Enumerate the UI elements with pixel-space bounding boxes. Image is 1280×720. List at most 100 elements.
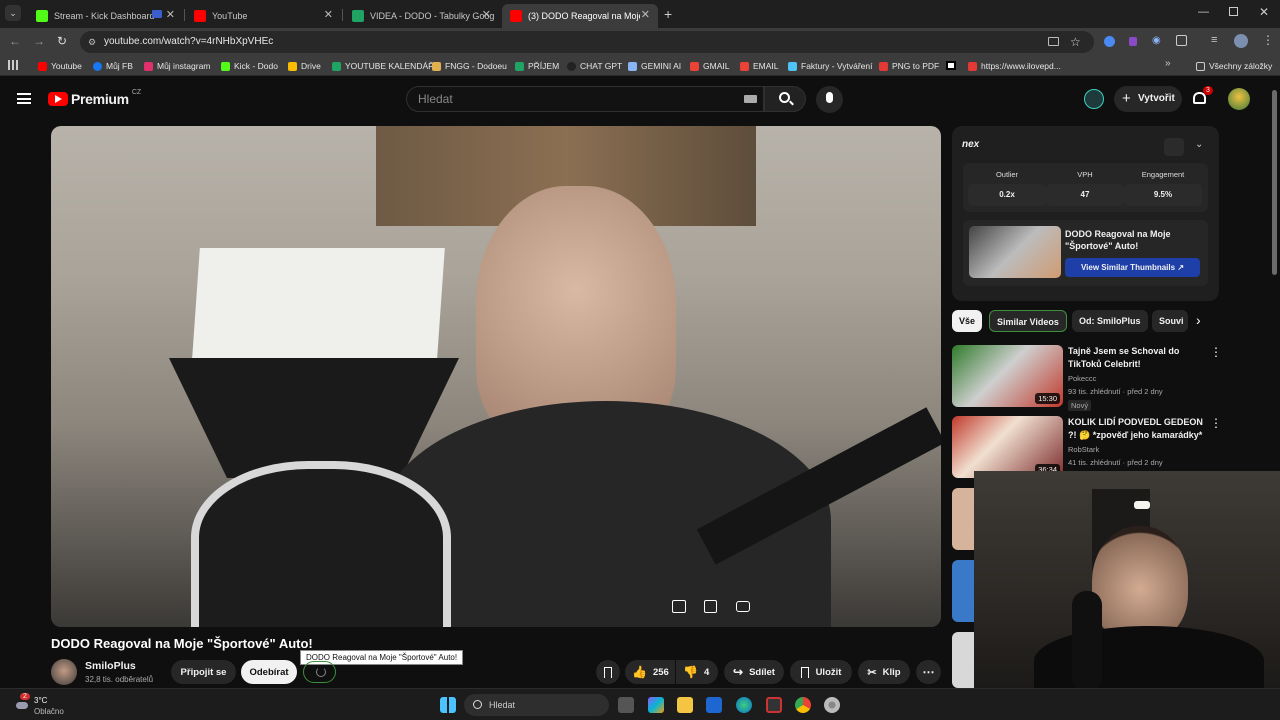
bookmark-dash-icon[interactable] <box>946 61 956 70</box>
install-icon[interactable] <box>1048 37 1059 46</box>
search-input[interactable]: Hledat <box>406 86 764 112</box>
view-similar-thumbnails-button[interactable]: View Similar Thumbnails ↗ <box>1065 258 1200 277</box>
chevron-right-icon[interactable]: › <box>1196 312 1201 328</box>
tab-sheets[interactable]: VIDEA - DODO - Tabulky Goog ✕ <box>344 4 499 28</box>
bookmark-button[interactable] <box>596 660 620 684</box>
channel-name[interactable]: SmiloPlus <box>85 660 136 672</box>
tab-kick-dashboard[interactable]: Stream - Kick Dashboard ✕ <box>28 4 183 28</box>
like-button[interactable]: 👍 256 <box>625 660 675 684</box>
windows-start-icon[interactable] <box>440 697 456 713</box>
bookmark-ilovepdf[interactable]: https://www.ilovepd... <box>968 59 1061 73</box>
bookmark-fb[interactable]: Můj FB <box>93 59 133 73</box>
more-options-icon[interactable]: ⋮ <box>1210 345 1222 359</box>
chrome-icon[interactable] <box>795 697 811 713</box>
chip-similar-videos[interactable]: Similar Videos <box>989 310 1067 332</box>
chip-from-channel[interactable]: Od: SmiloPlus <box>1072 310 1148 332</box>
video-thumbnail-partial[interactable] <box>952 488 974 550</box>
bookmark-youtube[interactable]: Youtube <box>38 59 82 73</box>
bookmark-drive[interactable]: Drive <box>288 59 321 73</box>
export-button[interactable] <box>1164 138 1184 156</box>
stat-label-vph: VPH <box>1077 170 1093 179</box>
close-icon[interactable]: ✕ <box>482 8 491 21</box>
bookmarks-overflow-icon[interactable]: » <box>1165 58 1171 69</box>
join-button[interactable]: Připojit se <box>171 660 236 684</box>
weather-widget[interactable]: 2 3°C Oblačno <box>10 692 90 718</box>
maximize-button[interactable] <box>1229 7 1238 16</box>
tab-mute-icon[interactable] <box>152 10 162 18</box>
extension-icon-blue[interactable] <box>1104 36 1115 47</box>
more-actions-button[interactable]: ⋯ <box>916 660 941 684</box>
youtube-premium-logo[interactable]: Premium CZ <box>48 89 141 107</box>
bookmark-star-icon[interactable]: ☆ <box>1070 31 1081 53</box>
hamburger-menu-icon[interactable] <box>17 93 31 104</box>
channel-avatar[interactable] <box>51 659 77 685</box>
close-icon[interactable]: ✕ <box>641 8 650 21</box>
media-control-icon[interactable]: ≡ <box>1211 34 1217 46</box>
keyboard-icon[interactable] <box>744 95 757 103</box>
taskbar-search[interactable]: Hledat <box>464 694 609 716</box>
dislike-button[interactable]: 👎 4 <box>676 660 718 684</box>
bookmark-png-to-pdf[interactable]: PNG to PDF <box>879 59 939 73</box>
bookmark-prijem[interactable]: PŘÍJEM <box>515 59 559 73</box>
chevron-down-icon[interactable]: ⌄ <box>1195 139 1203 150</box>
bookmark-instagram[interactable]: Můj instagram <box>144 59 210 73</box>
chip-related[interactable]: Souvi <box>1152 310 1188 332</box>
extension-icon-audio[interactable]: ◉ <box>1152 35 1161 46</box>
more-options-icon[interactable]: ⋮ <box>1210 416 1222 430</box>
video-thumbnail-partial[interactable] <box>952 560 974 622</box>
tab-current-video[interactable]: (3) DODO Reagoval na Moje "Š ✕ <box>502 4 658 28</box>
copilot-icon[interactable] <box>648 697 664 713</box>
minimize-button[interactable]: — <box>1198 6 1209 18</box>
notifications-button[interactable]: 3 <box>1192 86 1213 108</box>
edge-icon[interactable] <box>736 697 752 713</box>
list-item[interactable]: 15:30 Tajně Jsem se Schoval do TikToků C… <box>952 345 1242 411</box>
page-scrollbar[interactable] <box>1272 90 1277 275</box>
all-bookmarks[interactable]: Všechny záložky <box>1196 59 1272 73</box>
chip-all[interactable]: Vše <box>952 310 983 332</box>
address-bar[interactable]: ⚙ youtube.com/watch?v=4rNHbXpVHEc ☆ <box>80 31 1094 53</box>
window-close-button[interactable]: ✕ <box>1259 5 1269 19</box>
new-tab-button[interactable]: + <box>664 6 672 22</box>
bookmark-youtube-calendar[interactable]: YOUTUBE KALENDÁŘ <box>332 59 434 73</box>
reload-icon[interactable]: ↻ <box>57 34 67 48</box>
bookmark-chatgpt[interactable]: CHAT GPT <box>567 59 622 73</box>
close-icon[interactable]: ✕ <box>324 8 333 21</box>
bookmark-faktury[interactable]: Faktury - Vytváření <box>788 59 872 73</box>
bookmark-email[interactable]: EMAIL <box>740 59 779 73</box>
extension-icon-purple[interactable] <box>1129 37 1137 46</box>
task-view-icon[interactable] <box>618 697 634 713</box>
file-explorer-icon[interactable] <box>677 697 693 713</box>
video-thumbnail-partial[interactable] <box>952 632 974 688</box>
browser-menu-icon[interactable]: ⋮ <box>1262 33 1274 47</box>
subtitles-icon[interactable] <box>704 600 717 613</box>
extension-badge[interactable] <box>1084 89 1104 109</box>
search-button[interactable] <box>764 86 806 112</box>
terminal-icon[interactable] <box>766 697 782 713</box>
camera-icon[interactable] <box>736 601 750 612</box>
tab-list-button[interactable]: ⌄ <box>5 5 21 21</box>
bookmark-gmail[interactable]: GMAIL <box>690 59 729 73</box>
site-info-icon[interactable]: ⚙ <box>88 31 96 53</box>
create-button[interactable]: + Vytvořit <box>1114 86 1182 112</box>
tab-youtube[interactable]: YouTube ✕ <box>186 4 341 28</box>
subscribe-button[interactable]: Odebírat <box>241 660 297 684</box>
bookmark-gemini[interactable]: GEMINI AI <box>628 59 681 73</box>
share-button[interactable]: ↪ Sdílet <box>724 660 784 684</box>
extensions-puzzle-icon[interactable] <box>1176 35 1187 46</box>
bookmark-kick[interactable]: Kick - Dodo <box>221 59 278 73</box>
image-icon[interactable] <box>672 600 686 613</box>
settings-gear-icon[interactable] <box>824 697 840 713</box>
clip-button[interactable]: ✂ Klip <box>858 660 910 684</box>
apps-grid-icon[interactable] <box>8 60 18 70</box>
save-button[interactable]: Uložit <box>790 660 852 684</box>
outlook-icon[interactable] <box>706 697 722 713</box>
bookmark-fngg[interactable]: FNGG - Dodoeu <box>432 59 507 73</box>
avatar[interactable] <box>1228 88 1250 110</box>
video-player[interactable] <box>51 126 941 627</box>
back-icon[interactable]: ← <box>9 34 21 48</box>
forward-icon[interactable]: → <box>33 34 45 48</box>
close-icon[interactable]: ✕ <box>166 8 175 21</box>
profile-avatar[interactable] <box>1234 34 1248 48</box>
external-link-icon: ↗ <box>1177 263 1185 272</box>
voice-search-button[interactable] <box>816 86 843 113</box>
